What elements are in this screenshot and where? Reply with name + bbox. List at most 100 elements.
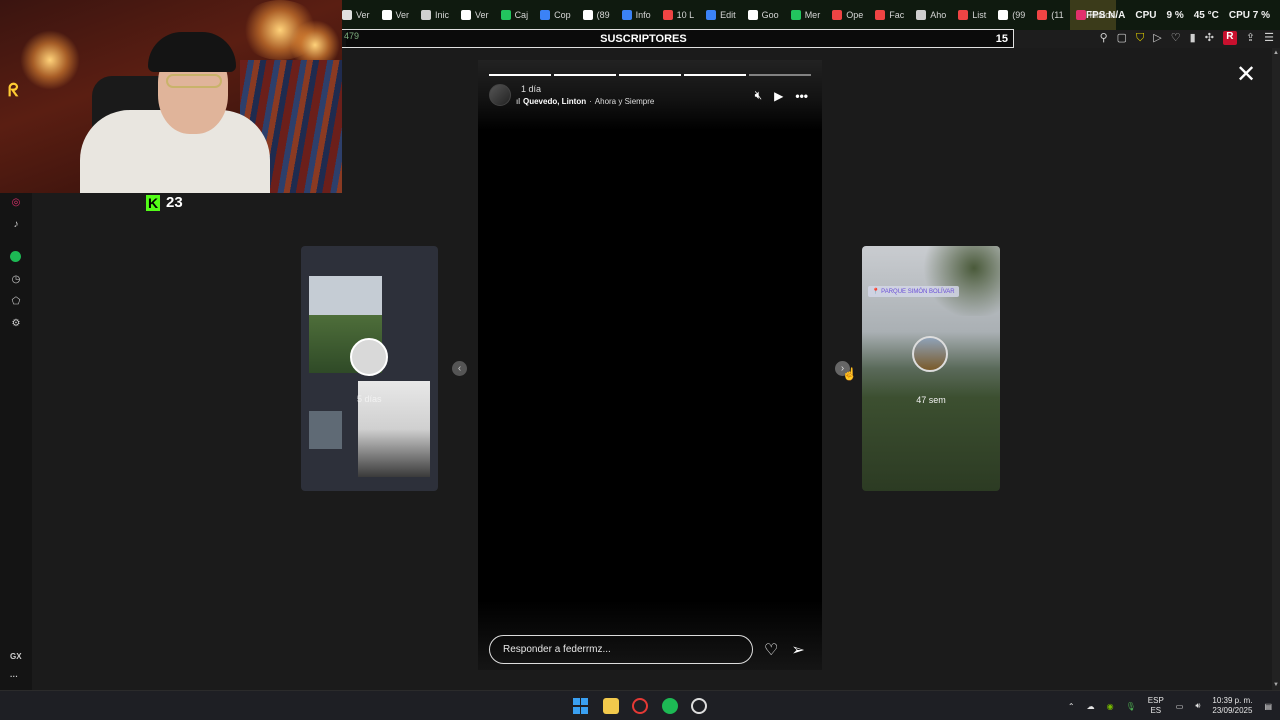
notification-icon[interactable]: ▤	[1264, 702, 1272, 711]
browser-tab[interactable]: List	[952, 0, 992, 30]
tiktok-icon[interactable]: ♪	[9, 218, 23, 232]
tab-favicon-icon	[747, 10, 758, 20]
progress-segment	[554, 74, 616, 76]
tab-favicon-icon	[582, 10, 593, 20]
preview-thumbnail	[309, 276, 388, 376]
tab-favicon-icon	[958, 10, 969, 20]
browser-tab[interactable]: Ope	[826, 0, 869, 30]
browser-tab[interactable]: (99	[992, 0, 1031, 30]
browser-tab[interactable]: Caj	[495, 0, 535, 30]
browser-tab[interactable]: (89	[577, 0, 616, 30]
tab-label: Cop	[554, 10, 571, 20]
chrome-icon[interactable]	[691, 698, 707, 714]
scroll-down-icon[interactable]: ▼	[1272, 682, 1280, 688]
subscriber-title: SUSCRIPTORES	[600, 32, 687, 45]
story-progress	[489, 74, 811, 76]
browser-tab[interactable]: Fac	[869, 0, 910, 30]
browser-tab[interactable]: Aho	[910, 0, 952, 30]
browser-tab[interactable]: 10 L	[657, 0, 701, 30]
network-icon[interactable]: ▭	[1176, 702, 1184, 711]
progress-segment	[749, 74, 811, 76]
browser-toolbar: ⚲ ▢ ⛉ ▷ ♡ ▮ ✣ R ⇪ ☰	[1100, 30, 1274, 46]
browser-tab[interactable]: Ver	[376, 0, 416, 30]
gx-icon[interactable]: GX	[10, 652, 22, 661]
story-music[interactable]: ıl Quevedo, Linton · Ahora y Siempre	[516, 97, 654, 106]
more-icon[interactable]: •••	[795, 89, 808, 103]
language-indicator[interactable]: ESP ES	[1148, 696, 1164, 716]
mouse-cursor-icon: ☝	[842, 367, 857, 381]
pin-icon[interactable]: ⚲	[1100, 32, 1108, 44]
extension-icon[interactable]: ▮	[1190, 32, 1196, 44]
shield-icon[interactable]: ⛉	[1136, 32, 1144, 44]
tab-label: Inic	[435, 10, 450, 20]
heart-icon[interactable]: ♡	[764, 640, 778, 660]
kick-follower-counter: K 23	[146, 194, 183, 211]
file-explorer-icon[interactable]	[603, 698, 619, 714]
opera-gx-icon[interactable]	[632, 698, 648, 714]
instagram-icon[interactable]: ◎	[9, 196, 23, 210]
chevron-up-icon[interactable]: ⌃	[1068, 702, 1075, 711]
tab-label: Edit	[720, 10, 736, 20]
more-icon[interactable]: ···	[10, 672, 18, 681]
settings-icon[interactable]: ⚙	[9, 317, 23, 331]
puzzle-icon[interactable]: ✣	[1205, 32, 1214, 44]
share-icon[interactable]: ⇪	[1246, 32, 1255, 44]
music-icon: ıl	[516, 97, 520, 106]
extensions-icon[interactable]: ⬠	[9, 295, 23, 309]
story-controls: 🔇︎ ▶ •••	[755, 88, 808, 103]
heart-icon[interactable]: ♡	[1171, 32, 1181, 44]
lamp-glow	[20, 30, 80, 90]
cpu-label: CPU	[1135, 10, 1157, 21]
spotify-icon[interactable]	[10, 251, 21, 262]
tab-favicon-icon	[662, 10, 673, 20]
history-icon[interactable]: ◷	[9, 273, 23, 287]
menu-icon[interactable]: ☰	[1264, 32, 1274, 44]
browser-tab[interactable]: Inic	[415, 0, 455, 30]
nvidia-icon[interactable]: ◉	[1107, 702, 1114, 711]
tab-label: (99	[1012, 10, 1026, 20]
play-icon[interactable]: ▶	[774, 89, 783, 103]
story-author-avatar[interactable]	[489, 84, 511, 106]
cloud-icon[interactable]: ☁	[1087, 702, 1095, 711]
browser-tab[interactable]: Info	[616, 0, 657, 30]
tab-label: Ver	[356, 10, 370, 20]
send-icon[interactable]: ➢	[791, 640, 804, 660]
mic-icon[interactable]: 🎙︎	[1126, 702, 1136, 711]
scroll-up-icon[interactable]: ▲	[1272, 50, 1280, 56]
music-title: Ahora y Siempre	[594, 97, 655, 106]
clock-time: 10:39 p. m.	[1212, 696, 1253, 705]
active-story[interactable]: 1 día ıl Quevedo, Linton · Ahora y Siemp…	[478, 60, 822, 670]
volume-icon[interactable]: 🔊︎	[1195, 701, 1200, 711]
chevron-left-icon[interactable]: ‹	[452, 361, 467, 376]
browser-tab[interactable]: (11	[1031, 0, 1069, 30]
spotify-icon[interactable]	[662, 698, 678, 714]
preview-avatar	[350, 338, 388, 376]
browser-tab[interactable]: Edit	[700, 0, 742, 30]
streamer-glasses	[166, 74, 222, 88]
r-logo-icon[interactable]: R	[1222, 31, 1237, 45]
windows-start-icon[interactable]	[573, 698, 589, 714]
snapshot-icon[interactable]: ▢	[1117, 32, 1127, 44]
tab-label: Ope	[846, 10, 864, 20]
browser-tab[interactable]: Cop	[534, 0, 577, 30]
tab-label: (11	[1051, 10, 1064, 20]
mute-icon[interactable]: 🔇︎	[755, 88, 763, 103]
reply-input[interactable]: Responder a federrmz...	[489, 635, 753, 664]
music-separator: ·	[589, 97, 592, 106]
page-scrollbar[interactable]: ▲ ▼	[1272, 48, 1280, 690]
play-icon[interactable]: ▷	[1153, 32, 1161, 44]
tab-label: (89	[596, 10, 610, 20]
subscriber-goal-value: 15	[995, 32, 1008, 45]
system-clock[interactable]: 10:39 p. m. 23/09/2025	[1212, 696, 1252, 716]
browser-tab[interactable]: Mer	[785, 0, 827, 30]
browser-tab[interactable]: Ver	[455, 0, 495, 30]
tab-label: Info	[635, 10, 651, 20]
subscriber-goal-bar: 0 479 SUSCRIPTORES 15	[279, 29, 1014, 48]
tab-label: Ver	[395, 10, 410, 20]
close-icon[interactable]: ✕	[1233, 62, 1259, 88]
next-story-preview[interactable]: 📍 PARQUE SIMÓN BOLÍVAR 47 sem	[862, 246, 1000, 491]
browser-tab[interactable]: Goo	[742, 0, 785, 30]
performance-stats: FPS N/A CPU 9 % 45 °C CPU 7 %	[1086, 10, 1270, 21]
previous-story-preview[interactable]: 5 días	[301, 246, 438, 491]
tab-favicon-icon	[706, 10, 717, 20]
